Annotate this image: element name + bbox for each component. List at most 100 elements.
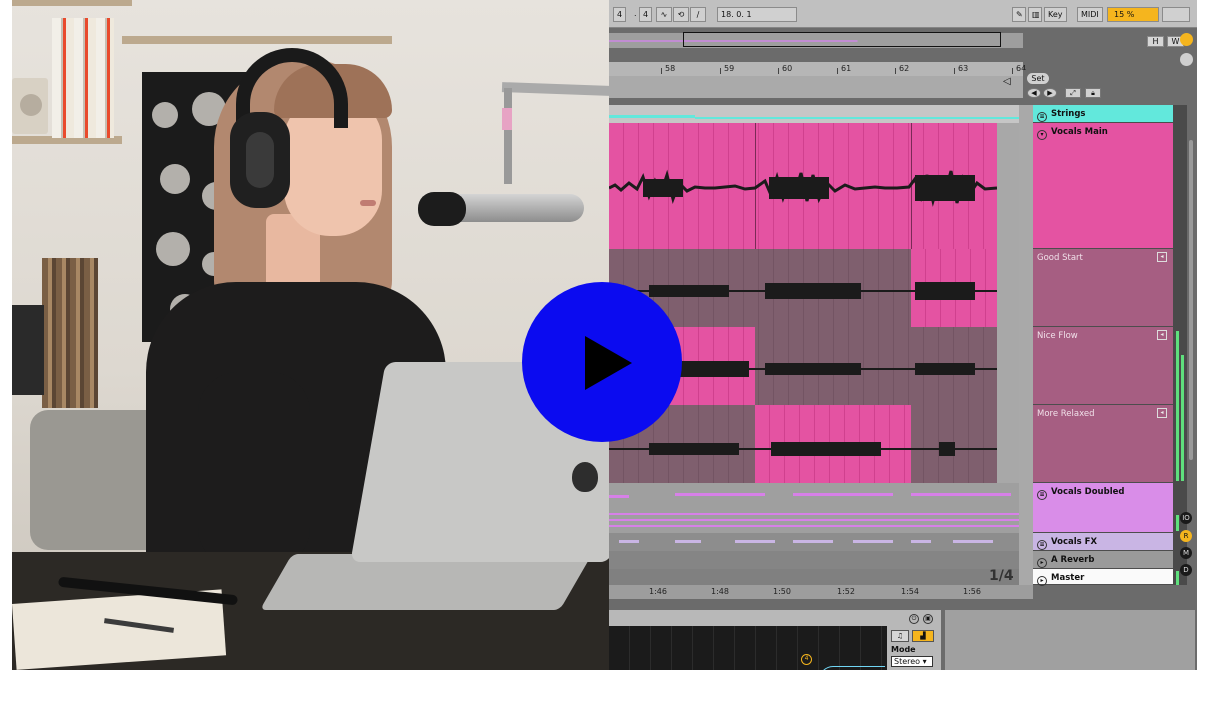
lock-icon[interactable]: 🔒︎ <box>1085 88 1101 98</box>
take-lane-nice-flow[interactable]: Nice Flow ◂ <box>1033 327 1173 405</box>
draw-mode-icon[interactable]: ∕ <box>690 7 706 22</box>
eq-band-handle[interactable]: 4 <box>801 654 812 665</box>
take-lane-good-start[interactable]: Good Start ◂ <box>1033 249 1173 327</box>
take-name: Good Start <box>1037 253 1083 263</box>
microphone-windscreen <box>418 192 466 226</box>
mode-select[interactable]: Stereo ▾ <box>891 656 933 667</box>
mode-label: Mode <box>891 645 916 654</box>
mixer-toggle-button[interactable]: M <box>1180 547 1192 559</box>
save-icon[interactable]: ▣ <box>923 614 933 624</box>
cpu-dropdown-space[interactable] <box>1162 7 1190 22</box>
take-lanes-fold-icon[interactable]: ▾ <box>1037 130 1047 140</box>
group-fold-icon[interactable]: ≡ <box>1037 112 1047 122</box>
loop-end-marker-icon[interactable]: ◁ <box>1003 76 1011 87</box>
laptop-base <box>259 554 593 610</box>
track-header-vocals-main[interactable]: ▾ Vocals Main <box>1033 123 1173 249</box>
track-name: Vocals Doubled <box>1051 487 1125 497</box>
daw-window: 4 . 4 ∿ ⟲ ∕ 18. 0. 1 ✎ ▥ Key MIDI 15 % H… <box>609 0 1197 670</box>
loop-icon[interactable]: ⟲ <box>673 7 689 22</box>
follow-icon[interactable]: ∿ <box>656 7 672 22</box>
lane-good-start[interactable] <box>609 249 1019 327</box>
books <box>52 18 114 138</box>
signature-denominator[interactable]: 4 <box>639 7 653 22</box>
clip-strip <box>735 540 775 543</box>
lane-edge <box>997 123 1019 249</box>
audition-speaker-icon[interactable]: ◂ <box>1157 252 1167 262</box>
track-name: Strings <box>1051 109 1086 119</box>
apple-logo-icon <box>572 462 598 492</box>
track-header-a-reverb[interactable]: ▸ A Reverb <box>1033 551 1173 569</box>
track-header-vocals-doubled[interactable]: ≡ Vocals Doubled <box>1033 483 1173 533</box>
track-name: Vocals Main <box>1051 127 1108 137</box>
loop-brace-row[interactable]: ◁ <box>609 76 1023 98</box>
clip-strip <box>793 540 833 543</box>
audition-speaker-icon[interactable]: ◂ <box>1157 330 1167 340</box>
audition-speaker-icon[interactable]: ◂ <box>1157 408 1167 418</box>
lane-more-relaxed[interactable] <box>609 405 1019 483</box>
io-toggle-button[interactable]: IO <box>1180 512 1192 524</box>
track-name: A Reverb <box>1051 555 1095 565</box>
time-tick: 1:48 <box>711 587 729 596</box>
track-fold-icon[interactable]: ▸ <box>1037 558 1047 568</box>
set-locator-button[interactable]: Set <box>1027 73 1049 84</box>
arrangement-overview[interactable] <box>609 32 1023 48</box>
power-icon[interactable]: ⏻ <box>909 614 919 624</box>
clip-strip <box>853 540 893 543</box>
cpu-meter[interactable]: 15 % <box>1107 7 1159 22</box>
track-fold-icon[interactable]: ▸ <box>1037 576 1047 586</box>
lane-master[interactable] <box>609 569 1019 585</box>
track-header-strings[interactable]: ≡ Strings <box>1033 105 1173 123</box>
mic-boom-stem <box>504 88 512 184</box>
height-button[interactable]: H <box>1147 36 1164 47</box>
lane-a-reverb[interactable] <box>609 551 1019 569</box>
browser-toggle-icon[interactable] <box>1180 33 1193 46</box>
lane-edge <box>997 327 1019 405</box>
take-lane-more-relaxed[interactable]: More Relaxed ◂ <box>1033 405 1173 483</box>
lane-edge <box>997 249 1019 327</box>
clip-strip <box>609 519 1019 521</box>
group-fold-icon[interactable]: ≡ <box>1037 490 1047 500</box>
lane-strings[interactable] <box>609 105 1019 123</box>
time-tick: 1:46 <box>649 587 667 596</box>
overview-viewport[interactable] <box>683 32 1001 47</box>
lane-vocals-fx[interactable] <box>609 533 1019 551</box>
view-toggle-icon[interactable] <box>1180 53 1193 66</box>
delay-toggle-button[interactable]: D <box>1180 564 1192 576</box>
level-meter <box>1176 515 1179 531</box>
clip-strip <box>911 540 931 543</box>
page-indicator: 1/4 <box>989 568 1014 584</box>
clip-strip <box>609 513 1019 515</box>
returns-toggle-button[interactable]: R <box>1180 530 1192 542</box>
key-map-button[interactable]: Key <box>1044 7 1067 22</box>
lane-vocals-main[interactable] <box>609 123 1019 249</box>
track-header-master[interactable]: ▸ Master <box>1033 569 1173 586</box>
video-player[interactable]: 4 . 4 ∿ ⟲ ∕ 18. 0. 1 ✎ ▥ Key MIDI 15 % H… <box>12 0 1197 670</box>
next-locator-icon[interactable]: ▶ <box>1043 88 1057 98</box>
time-tick: 1:54 <box>901 587 919 596</box>
lips <box>360 200 376 206</box>
clip-strip <box>793 493 893 496</box>
fold-icon[interactable]: ⤢ <box>1065 88 1081 98</box>
time-ruler[interactable]: 1:46 1:48 1:50 1:52 1:54 1:56 <box>609 585 1033 599</box>
lane-vocals-doubled[interactable] <box>609 483 1019 533</box>
bar-number: 62 <box>894 64 910 74</box>
play-button[interactable] <box>522 282 682 442</box>
bar-number: 58 <box>660 64 676 74</box>
signature-numerator[interactable]: 4 <box>613 7 627 22</box>
level-meter <box>1176 571 1179 585</box>
eq-display[interactable]: 4 <box>609 626 887 670</box>
pencil-icon[interactable]: ✎ <box>1012 7 1026 22</box>
prev-locator-icon[interactable]: ◀ <box>1027 88 1041 98</box>
analyzer-icon[interactable]: ▟ <box>912 630 934 642</box>
clip-strip <box>619 540 639 543</box>
bar-number: 59 <box>719 64 735 74</box>
clip-strip <box>675 493 765 496</box>
position-display[interactable]: 18. 0. 1 <box>717 7 797 22</box>
keyboard-icon[interactable]: ▥ <box>1028 7 1042 22</box>
vertical-scrollbar[interactable] <box>1189 140 1193 460</box>
group-fold-icon[interactable]: ≡ <box>1037 540 1047 550</box>
midi-map-button[interactable]: MIDI <box>1077 7 1103 22</box>
track-header-vocals-fx[interactable]: ≡ Vocals FX <box>1033 533 1173 551</box>
beat-ruler[interactable]: 58 59 60 61 62 63 64 <box>609 62 1026 76</box>
headphone-icon[interactable]: ♫ <box>891 630 909 642</box>
